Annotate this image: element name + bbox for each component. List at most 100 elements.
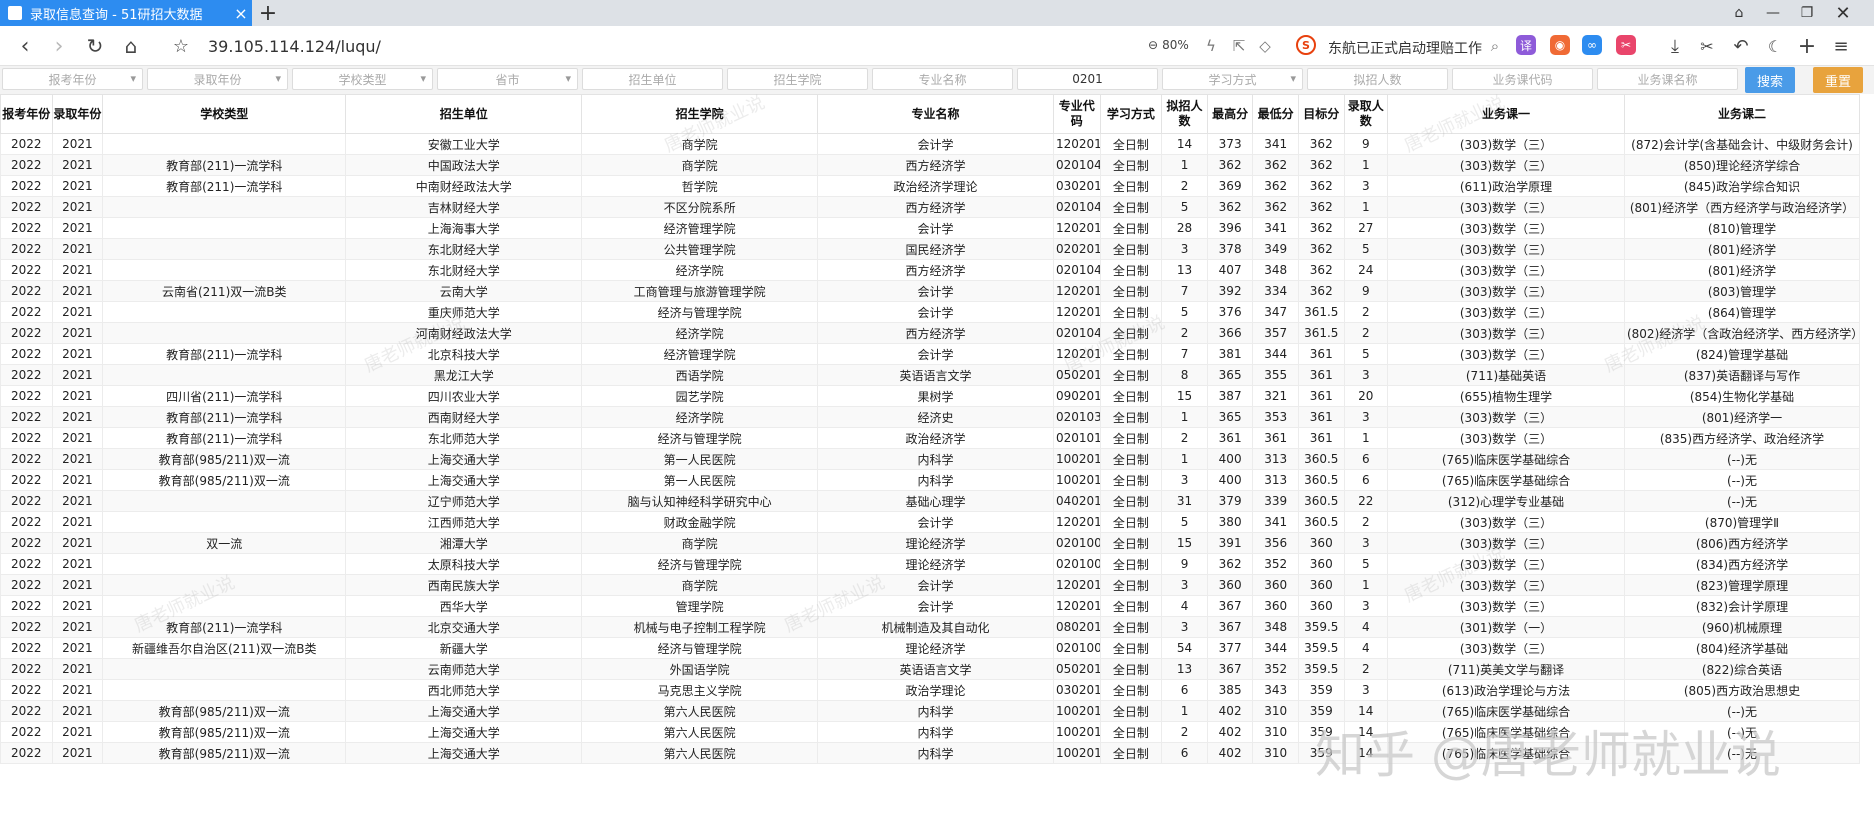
share-icon[interactable]: ⇱ bbox=[1228, 35, 1250, 57]
table-cell: 经济管理学院 bbox=[581, 217, 819, 239]
table-cell: 上海交通大学 bbox=[345, 742, 583, 764]
url-field[interactable]: 39.105.114.124/luqu/ bbox=[208, 37, 381, 56]
news-ticker[interactable]: 东航已正式启动理赔工作 bbox=[1328, 38, 1482, 58]
forward-icon[interactable]: › bbox=[44, 31, 74, 61]
college-input[interactable]: 招生学院 bbox=[727, 68, 868, 90]
sogou-search-icon[interactable]: S bbox=[1296, 35, 1316, 55]
course-code-input[interactable]: 业务课代码 bbox=[1452, 68, 1593, 90]
admit-year-select[interactable]: 录取年份 bbox=[147, 68, 288, 90]
table-cell: (801)经济学 bbox=[1623, 238, 1861, 260]
search-button[interactable]: 搜索 bbox=[1745, 67, 1795, 93]
plan-count-input[interactable]: 拟招人数 bbox=[1307, 68, 1448, 90]
tab-close-icon[interactable]: × bbox=[230, 4, 252, 23]
unit-input[interactable]: 招生单位 bbox=[582, 68, 723, 90]
school-type-select[interactable]: 学校类型 bbox=[292, 68, 433, 90]
table-cell: 27 bbox=[1343, 217, 1389, 239]
exam-year-select[interactable]: 报考年份 bbox=[2, 68, 143, 90]
table-cell: 020104 bbox=[1052, 154, 1101, 176]
table-cell: (823)管理学原理 bbox=[1623, 574, 1861, 596]
table-cell: 全日制 bbox=[1099, 490, 1163, 512]
game-extension-icon[interactable]: ◉ bbox=[1550, 35, 1570, 55]
table-cell: 中南财经政法大学 bbox=[345, 175, 583, 197]
table-cell: (806)西方经济学 bbox=[1623, 532, 1861, 554]
column-header: 录取人数 bbox=[1343, 94, 1389, 134]
minimize-icon[interactable]: — bbox=[1756, 0, 1790, 26]
table-cell: 359.5 bbox=[1297, 658, 1345, 680]
table-cell: 3 bbox=[1343, 595, 1389, 617]
shield-icon[interactable]: ◇ bbox=[1254, 35, 1276, 57]
close-window-icon[interactable]: ✕ bbox=[1826, 0, 1860, 26]
course-name-input[interactable]: 业务课名称 bbox=[1597, 68, 1738, 90]
table-cell: 会计学 bbox=[817, 217, 1054, 239]
cut-icon[interactable]: ✂ bbox=[1696, 35, 1718, 57]
zoom-indicator[interactable]: ⊖ 80% bbox=[1148, 38, 1189, 52]
table-row: 2022 2021 教育部(211)一流学科 西南财经大学 经济学院 经济史 020103 全… bbox=[0, 406, 1861, 428]
table-cell: 352 bbox=[1252, 553, 1299, 575]
table-cell: (711)英美文学与翻译 bbox=[1387, 658, 1625, 680]
table-cell: 359 bbox=[1297, 679, 1345, 701]
table-cell: 355 bbox=[1252, 364, 1299, 386]
table-cell: 全日制 bbox=[1099, 175, 1163, 197]
table-row: 2022 2021 新疆维吾尔自治区(211)双一流B类 新疆大学 经济与管理学院 理论经… bbox=[0, 637, 1861, 659]
table-cell: (303)数学（三） bbox=[1387, 196, 1625, 218]
tab-title: 录取信息查询 - 51研招大数据 bbox=[30, 7, 203, 23]
table-cell: 120201 bbox=[1052, 595, 1101, 617]
add-icon[interactable]: + bbox=[1796, 34, 1818, 59]
browser-tab-active[interactable]: 录取信息查询 - 51研招大数据 × bbox=[0, 0, 252, 26]
home-icon[interactable]: ⌂ bbox=[116, 31, 146, 61]
table-cell: 31 bbox=[1161, 490, 1208, 512]
column-header: 业务课二 bbox=[1623, 94, 1861, 134]
table-cell: 360 bbox=[1252, 574, 1299, 596]
table-cell: 经济与管理学院 bbox=[581, 637, 819, 659]
table-cell: 1 bbox=[1161, 406, 1208, 428]
new-tab-button[interactable]: + bbox=[255, 0, 281, 26]
major-name-input[interactable]: 专业名称 bbox=[872, 68, 1013, 90]
table-cell bbox=[102, 301, 347, 323]
restore-icon[interactable]: ❐ bbox=[1790, 0, 1824, 26]
table-cell: 367 bbox=[1206, 616, 1254, 638]
table-cell: 2022 bbox=[0, 637, 53, 659]
table-cell: 341 bbox=[1252, 511, 1299, 533]
reset-button[interactable]: 重置 bbox=[1813, 67, 1863, 93]
table-cell: 云南省(211)双一流B类 bbox=[102, 280, 347, 302]
bookmark-star-icon[interactable]: ☆ bbox=[166, 31, 196, 61]
download-icon[interactable]: ⤓ bbox=[1664, 35, 1686, 57]
table-cell: 4 bbox=[1343, 637, 1389, 659]
table-cell: 362 bbox=[1252, 175, 1299, 197]
translate-extension-icon[interactable]: 译 bbox=[1516, 35, 1536, 55]
infinity-extension-icon[interactable]: ∞ bbox=[1582, 35, 1602, 55]
search-icon[interactable]: ⌕ bbox=[1484, 35, 1506, 57]
table-cell: 400 bbox=[1206, 469, 1254, 491]
table-cell: 辽宁师范大学 bbox=[345, 490, 583, 512]
table-cell: 2021 bbox=[51, 343, 104, 365]
table-cell: 内科学 bbox=[817, 448, 1054, 470]
table-cell: 310 bbox=[1252, 700, 1299, 722]
table-cell: (--)无 bbox=[1623, 469, 1861, 491]
table-cell: 361.5 bbox=[1297, 322, 1345, 344]
undo-icon[interactable]: ↶ bbox=[1730, 35, 1752, 57]
table-cell: 会计学 bbox=[817, 280, 1054, 302]
table-cell: 14 bbox=[1343, 721, 1389, 743]
major-code-input[interactable]: 0201 bbox=[1017, 68, 1158, 90]
lightning-icon[interactable]: ϟ bbox=[1200, 35, 1222, 57]
tshirt-skin-icon[interactable]: ⌂ bbox=[1722, 0, 1756, 26]
table-cell: 361 bbox=[1297, 364, 1345, 386]
dark-mode-icon[interactable]: ☾ bbox=[1764, 35, 1786, 57]
table-cell: 362 bbox=[1297, 154, 1345, 176]
reload-icon[interactable]: ↻ bbox=[80, 31, 110, 61]
table-cell: 全日制 bbox=[1099, 196, 1163, 218]
table-cell: 全日制 bbox=[1099, 343, 1163, 365]
table-cell: 理论经济学 bbox=[817, 532, 1054, 554]
back-icon[interactable]: ‹ bbox=[10, 31, 40, 61]
province-select[interactable]: 省市 bbox=[437, 68, 578, 90]
study-mode-select[interactable]: 学习方式 bbox=[1162, 68, 1303, 90]
table-cell: 020104 bbox=[1052, 196, 1101, 218]
table-cell: 360.5 bbox=[1297, 490, 1345, 512]
table-cell: (711)基础英语 bbox=[1387, 364, 1625, 386]
menu-icon[interactable]: ≡ bbox=[1830, 35, 1852, 57]
table-cell: 会计学 bbox=[817, 595, 1054, 617]
screenshot-extension-icon[interactable]: ✂ bbox=[1616, 35, 1636, 55]
table-cell: 西华大学 bbox=[345, 595, 583, 617]
table-cell: 54 bbox=[1161, 637, 1208, 659]
table-cell: 2022 bbox=[0, 175, 53, 197]
